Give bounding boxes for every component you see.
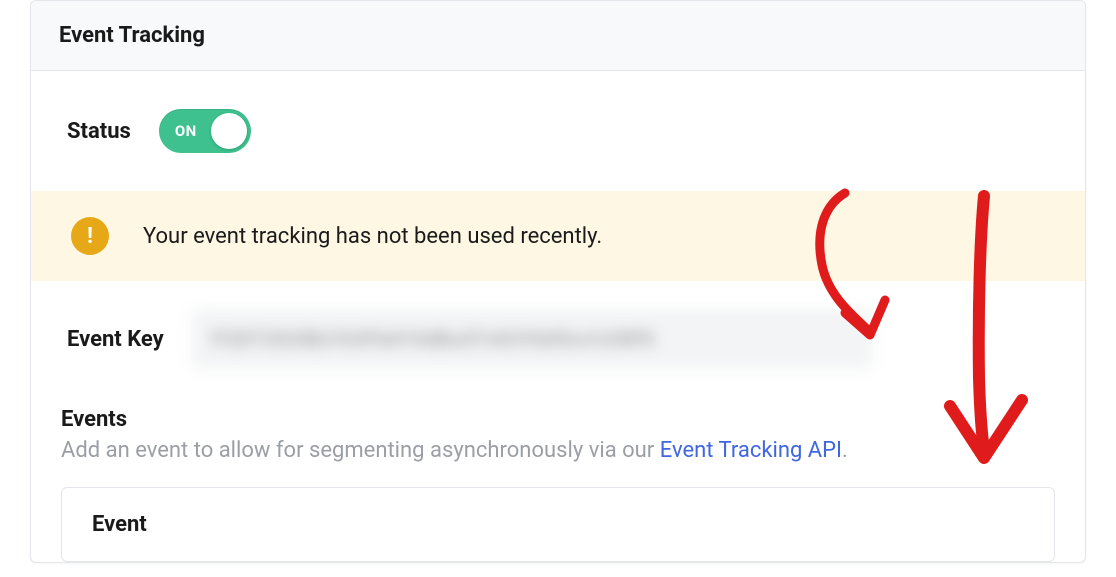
- event-key-value[interactable]: P2DT3IS3BLYS3Fb6Y4dBuSTvK3Yb0Sru%2Wf5: [192, 309, 872, 369]
- toggle-on-label: ON: [175, 122, 197, 140]
- event-key-row: Event Key P2DT3IS3BLYS3Fb6Y4dBuSTvK3Yb0S…: [61, 309, 1055, 369]
- subpanel-title: Event: [92, 512, 1024, 537]
- events-desc-suffix: .: [842, 438, 848, 463]
- event-tracking-api-link[interactable]: Event Tracking API: [660, 438, 842, 463]
- alert-banner: ! Your event tracking has not been used …: [31, 191, 1085, 281]
- warning-icon: !: [71, 217, 109, 255]
- events-section: Events Add an event to allow for segment…: [61, 407, 1055, 562]
- panel-body: Status ON ! Your event tracking has not …: [31, 71, 1085, 562]
- event-key-label: Event Key: [67, 327, 164, 352]
- events-description: Add an event to allow for segmenting asy…: [61, 436, 1055, 467]
- events-desc-prefix: Add an event to allow for segmenting asy…: [61, 438, 660, 463]
- panel-title: Event Tracking: [59, 23, 1057, 48]
- events-subpanel: Event: [61, 487, 1055, 562]
- status-row: Status ON: [61, 109, 1055, 153]
- status-toggle[interactable]: ON: [159, 109, 251, 153]
- event-tracking-panel: Event Tracking Status ON ! Your event tr…: [30, 0, 1086, 563]
- alert-message: Your event tracking has not been used re…: [143, 224, 602, 249]
- toggle-knob: [211, 113, 247, 149]
- events-heading: Events: [61, 407, 1055, 432]
- status-label: Status: [67, 119, 131, 144]
- panel-header: Event Tracking: [31, 1, 1085, 71]
